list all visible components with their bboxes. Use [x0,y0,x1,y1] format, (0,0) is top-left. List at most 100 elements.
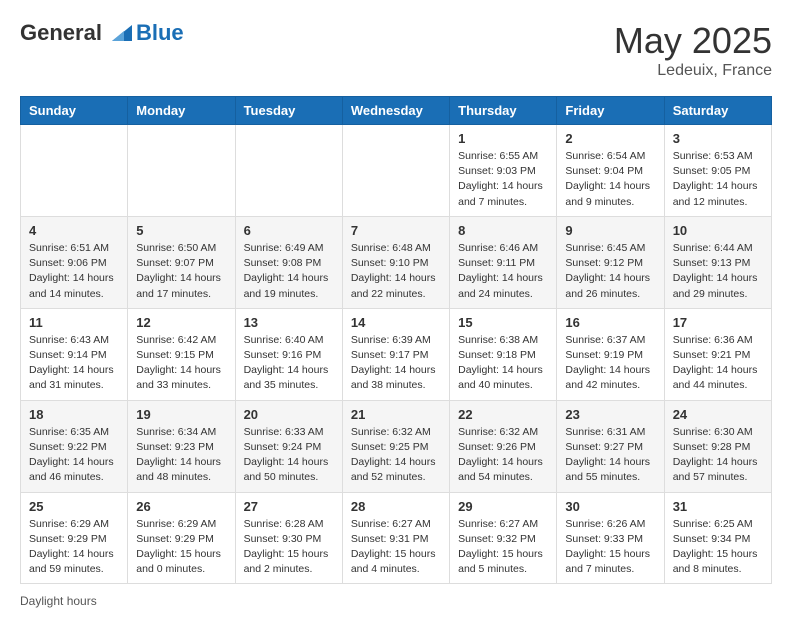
day-number: 11 [29,315,119,330]
day-info: Sunrise: 6:49 AM Sunset: 9:08 PM Dayligh… [244,241,334,302]
calendar-day: 2Sunrise: 6:54 AM Sunset: 9:04 PM Daylig… [557,125,664,217]
title-block: May 2025 Ledeuix, France [614,20,772,80]
calendar-day: 17 Sunrise: 6:36 AM Sunset: 9:21 PM Dayli… [664,308,771,400]
day-info: Sunrise: 6:31 AM Sunset: 9:27 PM Dayligh… [565,425,655,486]
day-number: 8 [458,223,548,238]
day-number: 25 [29,499,119,514]
day-info: Sunrise: 6:34 AM Sunset: 9:23 PM Dayligh… [136,425,226,486]
calendar-day: 20 Sunrise: 6:33 AM Sunset: 9:24 PM Dayli… [235,400,342,492]
day-number: 20 [244,407,334,422]
calendar-day [235,125,342,217]
calendar-week-3: 11 Sunrise: 6:43 AM Sunset: 9:14 PM Dayli… [21,308,772,400]
calendar-day: 24 Sunrise: 6:30 AM Sunset: 9:28 PM Dayli… [664,400,771,492]
day-info: Sunrise: 6:38 AM Sunset: 9:18 PM Dayligh… [458,333,548,394]
calendar-day: 10 Sunrise: 6:44 AM Sunset: 9:13 PM Dayli… [664,216,771,308]
calendar-day [21,125,128,217]
day-number: 24 [673,407,763,422]
day-of-week-sunday: Sunday [21,97,128,125]
calendar-day: 1 Sunrise: 6:55 AM Sunset: 9:03 PM Daylig… [450,125,557,217]
day-number: 17 [673,315,763,330]
day-info: Sunrise: 6:32 AM Sunset: 9:26 PM Dayligh… [458,425,548,486]
calendar-day: 25 Sunrise: 6:29 AM Sunset: 9:29 PM Dayli… [21,492,128,584]
day-number: 16 [565,315,655,330]
calendar-day: 27 Sunrise: 6:28 AM Sunset: 9:30 PM Dayli… [235,492,342,584]
day-number: 9 [565,223,655,238]
day-number: 30 [565,499,655,514]
day-info: Sunrise: 6:25 AM Sunset: 9:34 PM Dayligh… [673,517,763,578]
day-info: Sunrise: 6:39 AM Sunset: 9:17 PM Dayligh… [351,333,441,394]
calendar-week-2: 4 Sunrise: 6:51 AM Sunset: 9:06 PM Daylig… [21,216,772,308]
day-info: Sunrise: 6:30 AM Sunset: 9:28 PM Dayligh… [673,425,763,486]
calendar-day: 4 Sunrise: 6:51 AM Sunset: 9:06 PM Daylig… [21,216,128,308]
calendar-table: SundayMondayTuesdayWednesdayThursdayFrid… [20,96,772,584]
calendar-day: 7Sunrise: 6:48 AM Sunset: 9:10 PM Daylig… [342,216,449,308]
calendar-day: 22 Sunrise: 6:32 AM Sunset: 9:26 PM Dayli… [450,400,557,492]
day-number: 31 [673,499,763,514]
day-info: Sunrise: 6:27 AM Sunset: 9:31 PM Dayligh… [351,517,441,578]
calendar-day: 23 Sunrise: 6:31 AM Sunset: 9:27 PM Dayli… [557,400,664,492]
day-info: Sunrise: 6:40 AM Sunset: 9:16 PM Dayligh… [244,333,334,394]
day-number: 1 [458,131,548,146]
day-of-week-monday: Monday [128,97,235,125]
day-number: 22 [458,407,548,422]
day-number: 6 [244,223,334,238]
day-number: 23 [565,407,655,422]
day-number: 3 [673,131,763,146]
calendar-day [342,125,449,217]
day-info: Sunrise: 6:29 AM Sunset: 9:29 PM Dayligh… [29,517,119,578]
day-number: 29 [458,499,548,514]
calendar-day: 12 Sunrise: 6:42 AM Sunset: 9:15 PM Dayli… [128,308,235,400]
day-info: Sunrise: 6:51 AM Sunset: 9:06 PM Dayligh… [29,241,119,302]
day-info: Sunrise: 6:28 AM Sunset: 9:30 PM Dayligh… [244,517,334,578]
day-of-week-friday: Friday [557,97,664,125]
day-info: Sunrise: 6:48 AM Sunset: 9:10 PM Dayligh… [351,241,441,302]
calendar-week-1: 1 Sunrise: 6:55 AM Sunset: 9:03 PM Daylig… [21,125,772,217]
day-info: Sunrise: 6:45 AM Sunset: 9:12 PM Dayligh… [565,241,655,302]
logo: General Blue [20,20,184,46]
logo-icon [104,21,136,45]
day-number: 26 [136,499,226,514]
day-info: Sunrise: 6:36 AM Sunset: 9:21 PM Dayligh… [673,333,763,394]
day-info: Sunrise: 6:55 AM Sunset: 9:03 PM Dayligh… [458,149,548,210]
calendar-day: 31 Sunrise: 6:25 AM Sunset: 9:34 PM Dayli… [664,492,771,584]
page-header: General Blue May 2025 Ledeuix, France [20,20,772,80]
calendar-day: 6 Sunrise: 6:49 AM Sunset: 9:08 PM Daylig… [235,216,342,308]
day-number: 10 [673,223,763,238]
calendar-week-4: 18Sunrise: 6:35 AM Sunset: 9:22 PM Dayli… [21,400,772,492]
day-of-week-tuesday: Tuesday [235,97,342,125]
location: Ledeuix, France [614,62,772,80]
day-info: Sunrise: 6:32 AM Sunset: 9:25 PM Dayligh… [351,425,441,486]
calendar-week-5: 25 Sunrise: 6:29 AM Sunset: 9:29 PM Dayli… [21,492,772,584]
calendar-day: 19 Sunrise: 6:34 AM Sunset: 9:23 PM Dayli… [128,400,235,492]
day-info: Sunrise: 6:43 AM Sunset: 9:14 PM Dayligh… [29,333,119,394]
day-info: Sunrise: 6:37 AM Sunset: 9:19 PM Dayligh… [565,333,655,394]
footer: Daylight hours [20,594,772,608]
day-of-week-thursday: Thursday [450,97,557,125]
daylight-label: Daylight hours [20,594,97,608]
calendar-day: 18Sunrise: 6:35 AM Sunset: 9:22 PM Dayli… [21,400,128,492]
day-info: Sunrise: 6:44 AM Sunset: 9:13 PM Dayligh… [673,241,763,302]
calendar-day: 8 Sunrise: 6:46 AM Sunset: 9:11 PM Daylig… [450,216,557,308]
day-number: 27 [244,499,334,514]
day-info: Sunrise: 6:42 AM Sunset: 9:15 PM Dayligh… [136,333,226,394]
day-number: 4 [29,223,119,238]
day-number: 12 [136,315,226,330]
calendar-day: 5Sunrise: 6:50 AM Sunset: 9:07 PM Daylig… [128,216,235,308]
day-number: 19 [136,407,226,422]
logo-general-text: General [20,20,102,46]
calendar-day: 15 Sunrise: 6:38 AM Sunset: 9:18 PM Dayli… [450,308,557,400]
calendar-day: 11 Sunrise: 6:43 AM Sunset: 9:14 PM Dayli… [21,308,128,400]
day-info: Sunrise: 6:35 AM Sunset: 9:22 PM Dayligh… [29,425,119,486]
day-number: 15 [458,315,548,330]
day-number: 28 [351,499,441,514]
day-number: 13 [244,315,334,330]
calendar-day: 28 Sunrise: 6:27 AM Sunset: 9:31 PM Dayli… [342,492,449,584]
day-of-week-wednesday: Wednesday [342,97,449,125]
day-info: Sunrise: 6:46 AM Sunset: 9:11 PM Dayligh… [458,241,548,302]
calendar-day: 30Sunrise: 6:26 AM Sunset: 9:33 PM Dayli… [557,492,664,584]
day-info: Sunrise: 6:53 AM Sunset: 9:05 PM Dayligh… [673,149,763,210]
day-info: Sunrise: 6:33 AM Sunset: 9:24 PM Dayligh… [244,425,334,486]
day-number: 21 [351,407,441,422]
calendar-day: 9 Sunrise: 6:45 AM Sunset: 9:12 PM Daylig… [557,216,664,308]
day-info: Sunrise: 6:54 AM Sunset: 9:04 PM Dayligh… [565,149,655,210]
